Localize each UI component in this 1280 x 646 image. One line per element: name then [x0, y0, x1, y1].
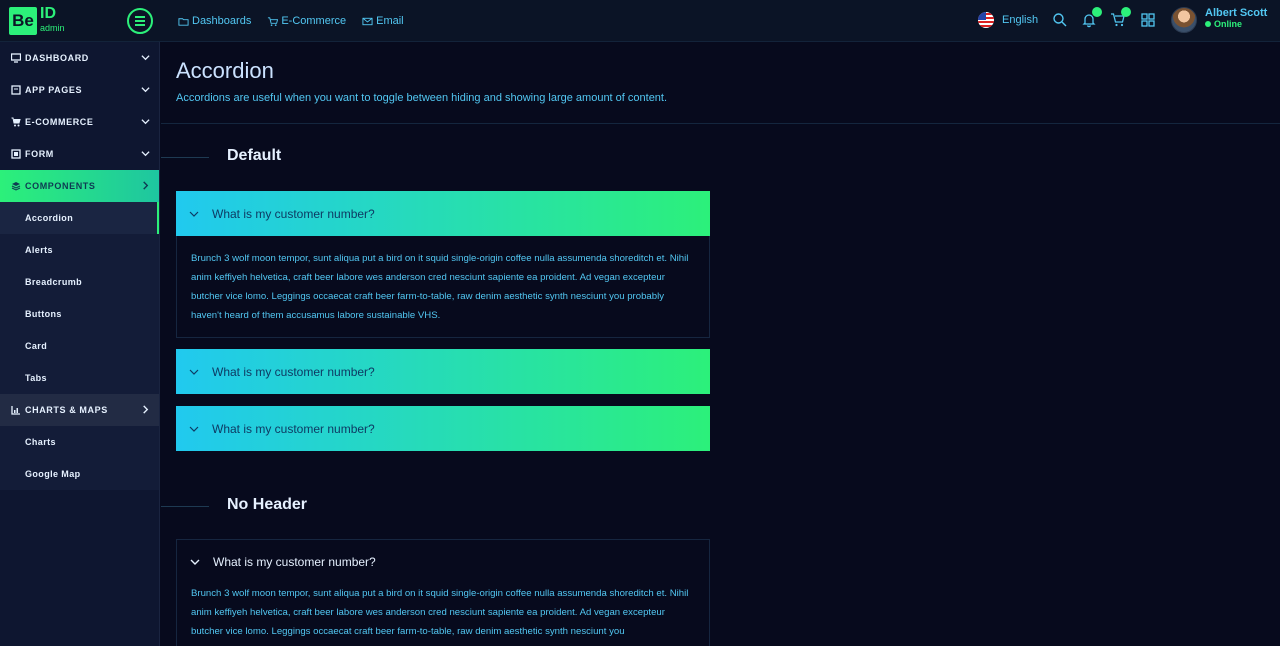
section-title-default: Default — [227, 147, 282, 164]
sidebar-subitem-alerts[interactable]: Alerts — [0, 234, 159, 266]
section-divider — [161, 157, 209, 158]
notification-badge — [1092, 7, 1102, 17]
folder-icon — [178, 17, 189, 26]
sidebar-item-label: COMPONENTS — [25, 181, 96, 191]
chevron-down-icon — [190, 559, 200, 565]
sidebar-subitem-tabs[interactable]: Tabs — [0, 362, 159, 394]
chevron-right-icon — [143, 181, 149, 190]
brand-id: ID — [40, 5, 56, 22]
language-label: English — [1002, 14, 1039, 26]
page-description: Accordions are useful when you want to t… — [176, 92, 668, 104]
sidebar-subitem-charts[interactable]: Charts — [0, 426, 159, 458]
monitor-icon — [11, 53, 21, 63]
user-name: Albert Scott — [1205, 7, 1268, 19]
accordion-header[interactable]: What is my customer number? — [176, 349, 710, 394]
chevron-down-icon — [189, 211, 199, 217]
cart-icon — [268, 16, 279, 26]
section-divider — [161, 506, 209, 507]
cart-icon — [11, 117, 21, 127]
main-content: Accordion Accordions are useful when you… — [161, 42, 1280, 646]
top-navigation: Dashboards E-Commerce Email — [178, 0, 404, 42]
chevron-down-icon — [141, 87, 150, 93]
apps-grid-icon[interactable] — [1140, 12, 1156, 28]
notifications-button[interactable] — [1081, 7, 1102, 28]
menu-toggle-icon[interactable] — [127, 8, 153, 34]
sidebar-item-components[interactable]: COMPONENTS — [0, 170, 159, 202]
accordion-body: Brunch 3 wolf moon tempor, sunt aliqua p… — [191, 588, 689, 637]
sidebar-subitem-google-map[interactable]: Google Map — [0, 458, 159, 490]
accordion-item: What is my customer number? — [176, 406, 710, 451]
user-profile[interactable]: Albert Scott Online — [1171, 7, 1267, 33]
accordion-question: What is my customer number? — [212, 421, 375, 436]
online-dot-icon — [1205, 21, 1211, 27]
language-selector[interactable]: English — [978, 12, 1038, 28]
sidebar-item-label: CHARTS & MAPS — [25, 405, 108, 415]
chart-icon — [11, 406, 20, 415]
accordion-question: What is my customer number? — [212, 206, 375, 221]
accordion-item: What is my customer number? — [176, 349, 710, 394]
sidebar-subitem-breadcrumb[interactable]: Breadcrumb — [0, 266, 159, 298]
brand-logo[interactable]: Be ID admin — [9, 5, 69, 35]
sidebar: DASHBOARD APP PAGES E-COMMERCE FORM COMP… — [0, 42, 160, 646]
user-status-label: Online — [1214, 19, 1243, 29]
chevron-down-icon — [141, 55, 150, 61]
search-icon[interactable] — [1052, 12, 1068, 28]
section-title-no-header: No Header — [227, 496, 308, 513]
sidebar-subitem-accordion[interactable]: Accordion — [0, 202, 159, 234]
mail-icon — [362, 17, 373, 25]
sidebar-item-charts-maps[interactable]: CHARTS & MAPS — [0, 394, 159, 426]
sidebar-item-dashboard[interactable]: DASHBOARD — [0, 42, 159, 74]
sidebar-item-label: APP PAGES — [25, 85, 83, 95]
us-flag-icon — [978, 12, 994, 28]
sidebar-item-label: DASHBOARD — [25, 53, 89, 63]
chevron-down-icon — [189, 369, 199, 375]
accordion-header[interactable]: What is my customer number? — [176, 406, 710, 451]
layers-icon — [11, 182, 21, 191]
brand-sub: admin — [40, 23, 65, 33]
accordion-item-no-header: What is my customer number? Brunch 3 wol… — [176, 539, 710, 646]
form-icon — [11, 149, 21, 159]
sidebar-subitem-card[interactable]: Card — [0, 330, 159, 362]
sidebar-subitem-buttons[interactable]: Buttons — [0, 298, 159, 330]
cart-button[interactable] — [1110, 7, 1131, 28]
cart-badge — [1121, 7, 1131, 17]
accordion-header[interactable]: What is my customer number? — [176, 191, 710, 236]
topnav-dashboards-label: Dashboards — [192, 15, 252, 27]
chevron-down-icon — [141, 119, 150, 125]
user-status: Online — [1205, 19, 1267, 29]
accordion-header[interactable]: What is my customer number? — [177, 540, 709, 584]
topnav-email-link[interactable]: Email — [362, 15, 404, 27]
chevron-right-icon — [143, 405, 149, 414]
sidebar-item-e-commerce[interactable]: E-COMMERCE — [0, 106, 159, 138]
top-bar: Be ID admin Dashboards E-Commerce Email — [0, 0, 1280, 42]
sidebar-item-label: E-COMMERCE — [25, 117, 94, 127]
chevron-down-icon — [141, 151, 150, 157]
page-icon — [11, 85, 21, 95]
accordion-question: What is my customer number? — [213, 555, 376, 569]
sidebar-item-app-pages[interactable]: APP PAGES — [0, 74, 159, 106]
sidebar-item-label: FORM — [25, 149, 54, 159]
page-title: Accordion — [176, 58, 274, 83]
user-info: Albert Scott Online — [1205, 7, 1267, 33]
avatar — [1171, 7, 1197, 33]
topnav-email-label: Email — [376, 15, 404, 27]
accordion-body: Brunch 3 wolf moon tempor, sunt aliqua p… — [176, 236, 710, 338]
brand-mark: Be — [9, 7, 37, 35]
topnav-ecommerce-link[interactable]: E-Commerce — [267, 15, 346, 27]
chevron-down-icon — [189, 426, 199, 432]
divider — [161, 123, 1280, 124]
topnav-ecommerce-label: E-Commerce — [281, 15, 347, 27]
sidebar-item-form[interactable]: FORM — [0, 138, 159, 170]
accordion-item-open: What is my customer number? Brunch 3 wol… — [176, 191, 710, 338]
topnav-dashboards-link[interactable]: Dashboards — [178, 15, 251, 27]
accordion-question: What is my customer number? — [212, 364, 375, 379]
